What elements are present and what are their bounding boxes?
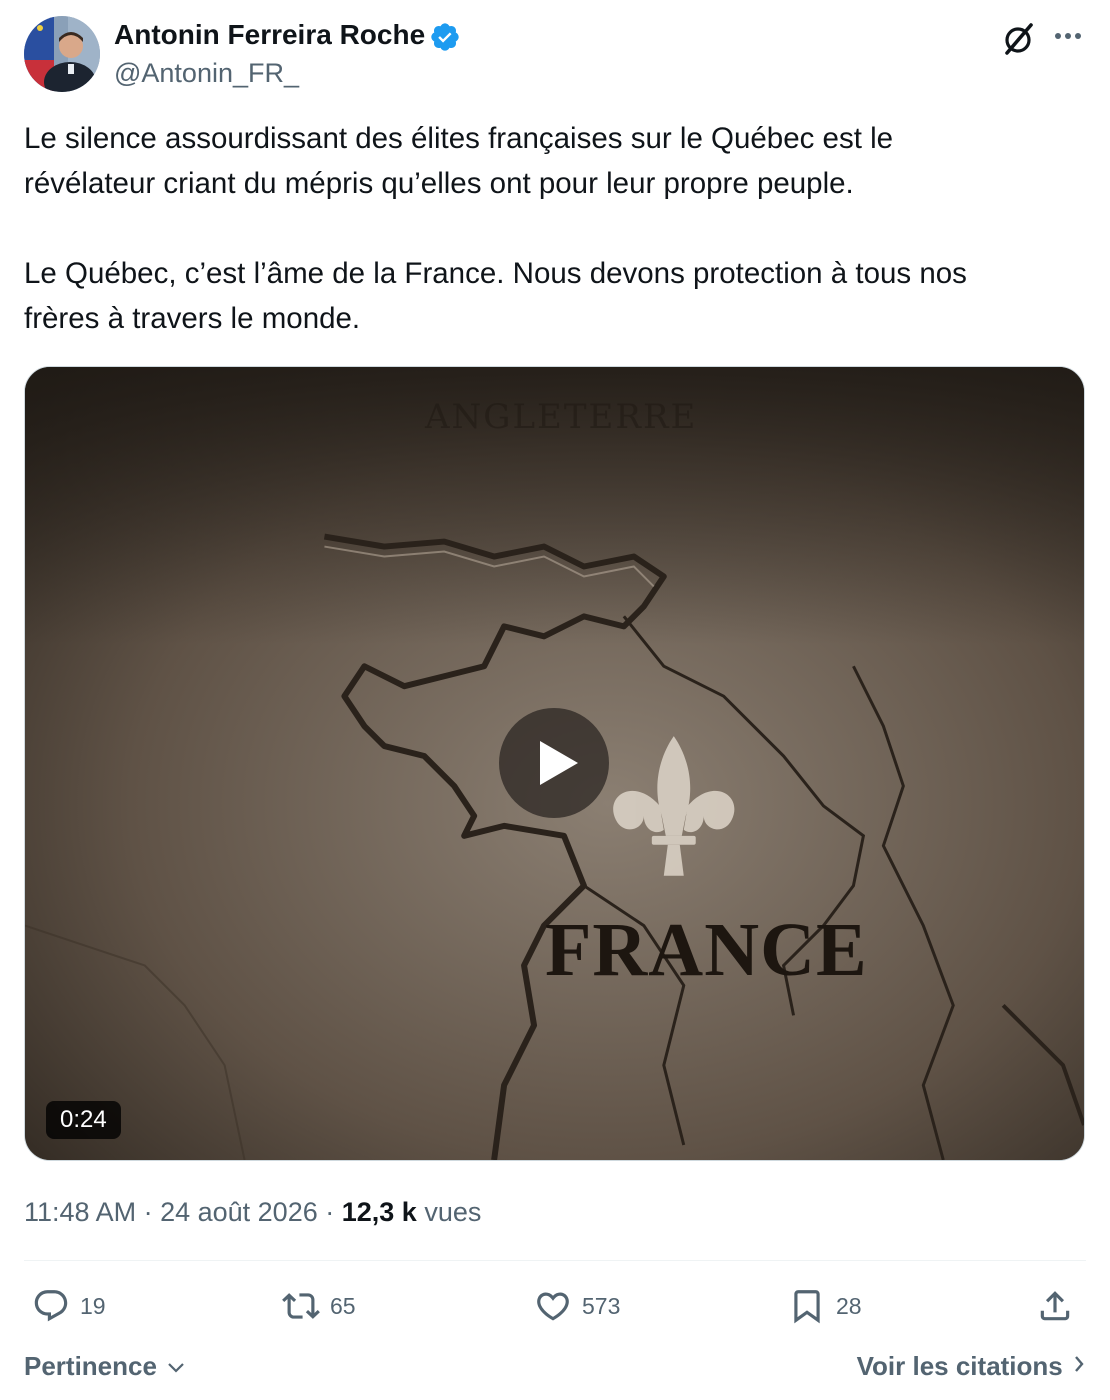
views-label: vues — [424, 1197, 482, 1227]
play-icon — [540, 741, 578, 785]
bookmark-count: 28 — [836, 1292, 862, 1319]
tweet-line: frères à travers le monde. — [24, 302, 361, 335]
sort-label: Pertinence — [24, 1351, 157, 1381]
quotes-label: Voir les citations — [856, 1351, 1063, 1381]
play-button[interactable] — [499, 708, 609, 818]
tweet-time[interactable]: 11:48 AM — [24, 1197, 136, 1227]
tweet-line: révélateur criant du mépris qu’elles ont… — [24, 167, 854, 200]
sort-dropdown[interactable]: Pertinence — [24, 1348, 186, 1384]
tweet-line: Le silence assourdissant des élites fran… — [24, 122, 894, 155]
repost-button[interactable]: 65 — [282, 1284, 356, 1328]
views-count: 12,3 k — [341, 1197, 417, 1227]
avatar[interactable] — [24, 16, 100, 92]
bookmark-icon — [794, 1290, 820, 1324]
like-button[interactable]: 573 — [534, 1284, 620, 1328]
reply-icon — [34, 1290, 68, 1322]
tweet-text: Le silence assourdissant des élites fran… — [24, 116, 1086, 341]
tweet-meta: 11:48 AM · 24 août 2026 · 12,3 k vues — [24, 1197, 482, 1227]
video-duration: 0:24 — [46, 1101, 121, 1139]
heart-icon — [537, 1292, 569, 1321]
tweet-date[interactable]: 24 août 2026 — [160, 1197, 318, 1227]
repost-icon — [282, 1293, 320, 1319]
map-label-main: FRANCE — [545, 908, 868, 992]
bookmark-button[interactable]: 28 — [788, 1284, 862, 1328]
more-icon[interactable] — [1050, 22, 1086, 50]
share-icon — [1040, 1291, 1070, 1321]
like-count: 573 — [582, 1292, 621, 1319]
author-name[interactable]: Antonin Ferreira Roche — [114, 17, 425, 53]
author-handle[interactable]: @Antonin_FR_ — [114, 55, 299, 91]
view-quotes-link[interactable]: Voir les citations — [857, 1348, 1086, 1384]
verified-badge-icon — [429, 21, 461, 53]
grok-icon[interactable] — [999, 20, 1037, 58]
reply-count: 19 — [80, 1292, 106, 1319]
share-button[interactable] — [1036, 1284, 1084, 1328]
tweet-line: Le Québec, c’est l’âme de la France. Nou… — [24, 257, 967, 290]
repost-count: 65 — [330, 1292, 356, 1319]
map-label-top: ANGLETERRE — [425, 397, 698, 437]
divider — [24, 1260, 1086, 1261]
reply-button[interactable]: 19 — [32, 1284, 106, 1328]
chevron-right-icon — [1075, 1356, 1084, 1372]
chevron-down-icon — [168, 1363, 184, 1373]
